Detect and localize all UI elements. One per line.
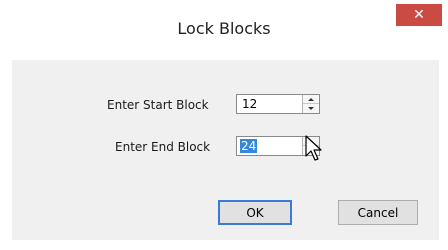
window-frame-bottom: [0, 240, 448, 250]
chevron-up-icon: [308, 97, 314, 101]
ok-button[interactable]: OK: [218, 200, 292, 225]
window-frame-right: [439, 58, 448, 250]
start-block-decrement[interactable]: [303, 104, 319, 113]
start-block-label: Enter Start Block: [107, 98, 209, 112]
cancel-button[interactable]: Cancel: [338, 200, 418, 225]
start-block-spin-buttons[interactable]: [302, 95, 319, 113]
dialog-title: Lock Blocks: [177, 19, 271, 38]
start-block-spinner[interactable]: 12: [236, 94, 320, 114]
end-block-label: Enter End Block: [115, 140, 211, 154]
title-bar[interactable]: Lock Blocks ✕: [0, 0, 448, 58]
end-block-input[interactable]: 24: [240, 139, 258, 153]
window-frame-left: [0, 58, 12, 250]
close-button[interactable]: ✕: [396, 4, 442, 26]
close-icon: ✕: [413, 7, 425, 23]
start-block-input[interactable]: 12: [242, 97, 257, 111]
start-block-increment[interactable]: [303, 95, 319, 104]
chevron-down-icon: [308, 107, 314, 110]
mouse-pointer-icon: [305, 135, 322, 161]
